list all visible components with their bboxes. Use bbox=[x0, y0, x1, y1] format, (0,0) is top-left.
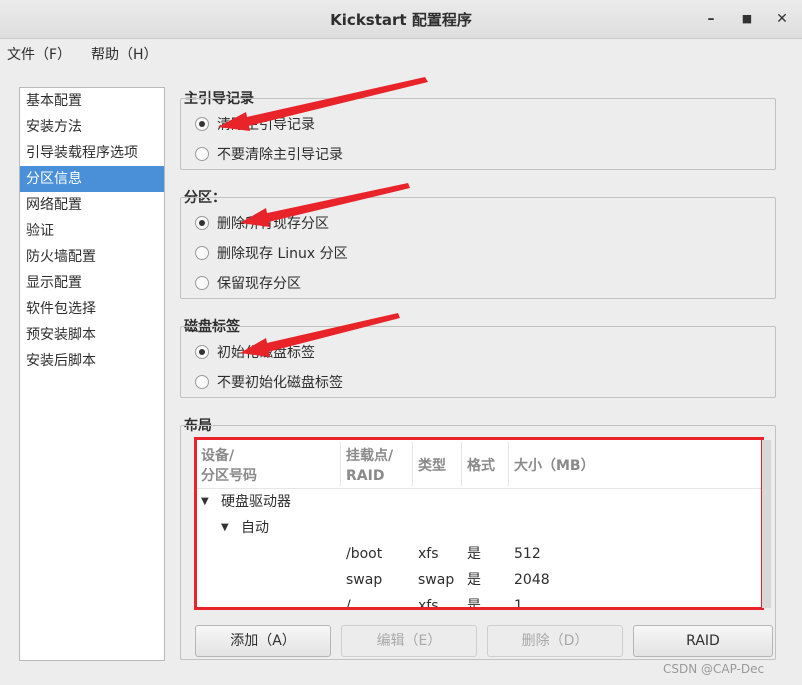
tree-row-auto[interactable]: ▼ 自动 bbox=[197, 515, 761, 541]
cell-size: 2048 bbox=[514, 572, 550, 588]
tree-row-harddrives[interactable]: ▼ 硬盘驱动器 bbox=[197, 489, 761, 515]
sidebar-item-auth[interactable]: 验证 bbox=[20, 218, 164, 244]
table-scrollbar[interactable] bbox=[762, 440, 771, 608]
cell-type: xfs bbox=[418, 598, 439, 610]
column-divider bbox=[412, 442, 413, 486]
cell-mount: / bbox=[346, 598, 351, 610]
watermark: CSDN @CAP-Dec bbox=[663, 662, 765, 676]
column-divider bbox=[461, 442, 462, 486]
title-bar: Kickstart 配置程序 – ■ ✕ bbox=[0, 0, 802, 39]
radio-icon[interactable] bbox=[195, 276, 209, 290]
maximize-icon[interactable]: ■ bbox=[738, 10, 756, 28]
window-title: Kickstart 配置程序 bbox=[330, 11, 472, 29]
cell-size: 512 bbox=[514, 546, 541, 562]
cell-mount: swap bbox=[346, 572, 383, 588]
tree-label: 硬盘驱动器 bbox=[221, 494, 291, 510]
raid-button[interactable]: RAID bbox=[633, 625, 773, 657]
sidebar-item-partition[interactable]: 分区信息 bbox=[20, 166, 164, 192]
column-device[interactable]: 设备/ 分区号码 bbox=[201, 446, 257, 486]
add-button[interactable]: 添加（A） bbox=[195, 625, 331, 657]
sidebar-item-display[interactable]: 显示配置 bbox=[20, 270, 164, 296]
close-icon[interactable]: ✕ bbox=[773, 10, 791, 28]
radio-label: 不要初始化磁盘标签 bbox=[217, 375, 343, 391]
table-row[interactable]: /boot xfs 是 512 bbox=[197, 541, 761, 567]
table-row[interactable]: / xfs 是 1 bbox=[197, 593, 761, 610]
column-mount[interactable]: 挂载点/ RAID bbox=[346, 446, 393, 486]
delete-button[interactable]: 删除（D） bbox=[487, 625, 623, 657]
sidebar-item-post-script[interactable]: 安装后脚本 bbox=[20, 348, 164, 374]
sidebar-item-network[interactable]: 网络配置 bbox=[20, 192, 164, 218]
cell-mount: /boot bbox=[346, 546, 383, 562]
radio-label: 保留现存分区 bbox=[217, 276, 301, 292]
radio-label: 删除现存 Linux 分区 bbox=[217, 246, 348, 262]
sidebar-item-basic[interactable]: 基本配置 bbox=[20, 88, 164, 114]
table-header: 设备/ 分区号码 挂载点/ RAID 类型 格式 大小（MB） bbox=[197, 440, 761, 489]
expand-triangle-icon[interactable]: ▼ bbox=[221, 515, 229, 541]
radio-icon[interactable] bbox=[195, 246, 209, 260]
radio-label: 删除所有现存分区 bbox=[217, 216, 329, 232]
cell-format: 是 bbox=[467, 546, 481, 562]
sidebar-item-firewall[interactable]: 防火墙配置 bbox=[20, 244, 164, 270]
partition-tree-table[interactable]: 设备/ 分区号码 挂载点/ RAID 类型 格式 大小（MB） ▼ 硬盘驱动器 … bbox=[194, 437, 764, 610]
sidebar-item-install-method[interactable]: 安装方法 bbox=[20, 114, 164, 140]
expand-triangle-icon[interactable]: ▼ bbox=[201, 489, 209, 515]
column-type[interactable]: 类型 bbox=[418, 456, 446, 476]
cell-format: 是 bbox=[467, 598, 481, 610]
radio-label: 清除主引导记录 bbox=[217, 117, 315, 133]
column-format[interactable]: 格式 bbox=[467, 456, 495, 476]
column-size[interactable]: 大小（MB） bbox=[514, 456, 595, 476]
tree-label: 自动 bbox=[241, 520, 269, 536]
column-divider bbox=[340, 442, 341, 486]
sidebar-item-pre-script[interactable]: 预安装脚本 bbox=[20, 322, 164, 348]
radio-selected-icon[interactable] bbox=[195, 216, 209, 230]
minimize-icon[interactable]: – bbox=[702, 10, 720, 28]
radio-label: 初始化磁盘标签 bbox=[217, 345, 315, 361]
cell-type: swap bbox=[418, 572, 455, 588]
menu-bar: 文件（F） 帮助（H） bbox=[0, 39, 802, 66]
sidebar: 基本配置 安装方法 引导装载程序选项 分区信息 网络配置 验证 防火墙配置 显示… bbox=[19, 87, 165, 661]
cell-size: 1 bbox=[514, 598, 523, 610]
cell-type: xfs bbox=[418, 546, 439, 562]
menu-file[interactable]: 文件（F） bbox=[7, 44, 71, 64]
sidebar-item-bootloader[interactable]: 引导装载程序选项 bbox=[20, 140, 164, 166]
menu-help[interactable]: 帮助（H） bbox=[91, 44, 158, 64]
radio-icon[interactable] bbox=[195, 147, 209, 161]
edit-button[interactable]: 编辑（E） bbox=[341, 625, 477, 657]
radio-icon[interactable] bbox=[195, 375, 209, 389]
column-divider bbox=[508, 442, 509, 486]
sidebar-item-packages[interactable]: 软件包选择 bbox=[20, 296, 164, 322]
radio-selected-icon[interactable] bbox=[195, 345, 209, 359]
cell-format: 是 bbox=[467, 572, 481, 588]
table-row[interactable]: swap swap 是 2048 bbox=[197, 567, 761, 593]
radio-label: 不要清除主引导记录 bbox=[217, 147, 343, 163]
radio-selected-icon[interactable] bbox=[195, 117, 209, 131]
